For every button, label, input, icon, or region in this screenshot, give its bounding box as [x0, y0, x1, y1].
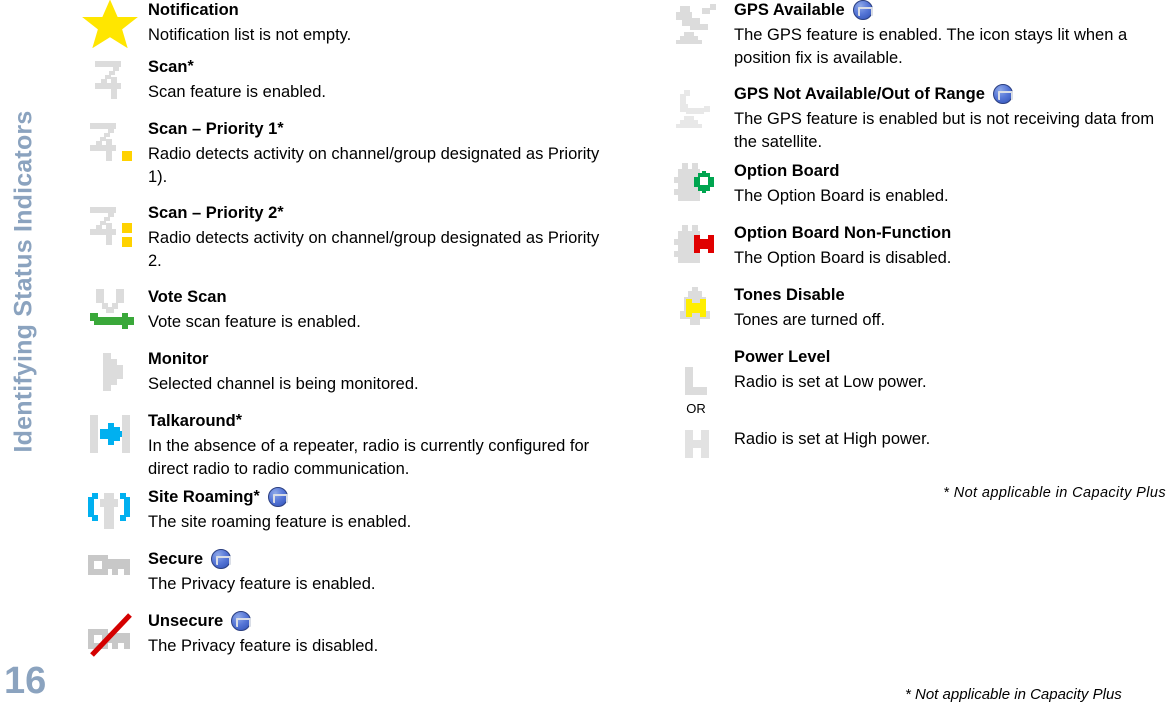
sidebar: Identifying Status Indicators 16	[0, 0, 60, 706]
list-item: Scan * Scan feature is enabled.	[72, 57, 602, 104]
gps-not-available-icon	[658, 84, 734, 132]
list-item-description: The Option Board is disabled.	[734, 249, 952, 267]
list-item-title: Unsecure	[148, 611, 602, 631]
page-number: 16	[4, 660, 47, 702]
list-item-description: The site roaming feature is enabled.	[148, 513, 412, 531]
vote-scan-icon	[72, 287, 148, 331]
footnote-marker: *	[277, 204, 284, 221]
monitor-icon	[72, 349, 148, 395]
list-item-title: Monitor	[148, 350, 209, 368]
list-item-title: Secure	[148, 549, 602, 569]
list-item-description: Vote scan feature is enabled.	[148, 313, 361, 331]
or-label: OR	[686, 401, 706, 416]
list-item-description: The GPS feature is enabled. The icon sta…	[734, 26, 1128, 67]
scan-icon	[72, 57, 148, 103]
list-item-title: Site Roaming *	[148, 487, 602, 507]
list-item-description: The GPS feature is enabled but is not re…	[734, 110, 1155, 151]
list-item-description: Radio is set at Low power.	[734, 373, 927, 391]
talkaround-icon	[72, 411, 148, 457]
list-item: Tones Disable Tones are turned off.	[658, 285, 1166, 332]
capacity-plus-badge-icon	[992, 84, 1013, 104]
tones-disable-icon	[658, 285, 734, 331]
footnote-marker: *	[187, 58, 194, 75]
capacity-plus-badge-icon	[211, 549, 232, 569]
list-item: Vote Scan Vote scan feature is enabled.	[72, 287, 602, 334]
list-item-title: Scan – Priority 2 *	[148, 204, 284, 222]
list-item-title: Power Level	[734, 348, 831, 366]
column-footnote: * Not applicable in Capacity Plus	[943, 485, 1166, 501]
option-board-icon	[658, 161, 734, 207]
list-item-description: The Privacy feature is disabled.	[148, 637, 379, 655]
footnote-marker: *	[277, 120, 284, 137]
list-item: Notification Notification list is not em…	[72, 0, 602, 48]
list-item-description: Tones are turned off.	[734, 311, 886, 329]
list-item-title: Option Board Non-Function	[734, 224, 952, 242]
list-item-title: Vote Scan	[148, 288, 227, 306]
list-item-description: Scan feature is enabled.	[148, 83, 326, 101]
capacity-plus-badge-icon	[231, 611, 252, 631]
list-item-description: Notification list is not empty.	[148, 26, 352, 44]
list-item: Option Board The Option Board is enabled…	[658, 161, 1166, 208]
list-item: Option Board Non-Function The Option Boa…	[658, 223, 1166, 270]
running-head: Identifying Status Indicators	[9, 110, 38, 453]
list-item: Unsecure The Privacy feature is disabled…	[72, 611, 602, 658]
list-item: Secure The Privacy feature is enabled.	[72, 549, 602, 596]
list-item-title: Scan *	[148, 58, 194, 76]
secure-key-icon	[72, 549, 148, 583]
list-item-description: In the absence of a repeater, radio is c…	[148, 437, 590, 478]
list-item: Site Roaming * The site roaming feature i…	[72, 487, 602, 534]
list-item-title: Option Board	[734, 162, 840, 180]
list-item-description: Radio is set at High power.	[734, 430, 931, 448]
scan-priority-1-icon	[72, 119, 148, 165]
capacity-plus-badge-icon	[267, 487, 288, 507]
list-item-title: Tones Disable	[734, 286, 845, 304]
list-item-title: GPS Not Available/Out of Range	[734, 84, 1166, 104]
list-item-title: Notification	[148, 1, 239, 19]
manual-page: Identifying Status Indicators 16 Notific…	[0, 0, 1166, 706]
list-item-title: GPS Available	[734, 0, 1166, 20]
list-item: OR Power Level Radio is set at Low power…	[658, 347, 1166, 416]
list-item: GPS Available The GPS feature is enabled…	[658, 0, 1166, 70]
list-item: Talkaround * In the absence of a repeater…	[72, 411, 602, 481]
list-item: Scan – Priority 2 * Radio detects activi…	[72, 203, 602, 273]
footnote-marker: *	[253, 488, 260, 505]
list-item: Monitor Selected channel is being monito…	[72, 349, 602, 396]
list-item: GPS Not Available/Out of Range The GPS f…	[658, 84, 1166, 154]
site-roaming-icon	[72, 487, 148, 535]
power-level-low-icon	[658, 365, 734, 399]
page-footnote: * Not applicable in Capacity Plus	[905, 686, 1122, 703]
power-level-high-icon	[658, 428, 734, 462]
list-item-title: Scan – Priority 1 *	[148, 120, 284, 138]
capacity-plus-badge-icon	[852, 0, 873, 20]
list-item-description: The Option Board is enabled.	[734, 187, 949, 205]
unsecure-key-icon	[72, 611, 148, 659]
list-item-description: The Privacy feature is enabled.	[148, 575, 376, 593]
star-icon	[72, 0, 148, 48]
footnote-marker: *	[235, 412, 242, 429]
scan-priority-2-icon	[72, 203, 148, 249]
list-item-description: Selected channel is being monitored.	[148, 375, 419, 393]
list-item-title: Talkaround *	[148, 412, 242, 430]
list-item: Scan – Priority 1 * Radio detects activit…	[72, 119, 602, 189]
list-item: Radio is set at High power.	[658, 428, 1166, 458]
option-board-non-function-icon	[658, 223, 734, 269]
list-item-description: Radio detects activity on channel/group …	[148, 229, 600, 270]
gps-available-icon	[658, 0, 734, 48]
list-item-description: Radio detects activity on channel/group …	[148, 145, 600, 186]
